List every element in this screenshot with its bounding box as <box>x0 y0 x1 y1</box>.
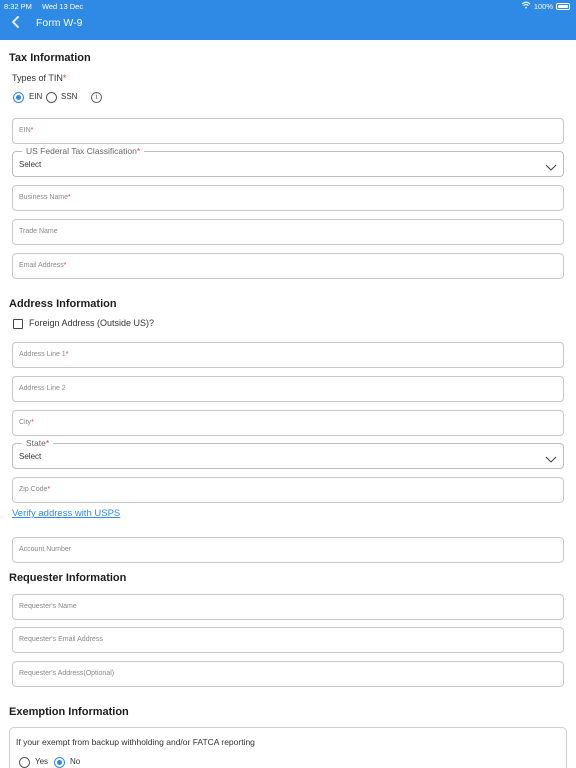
ein-placeholder: EIN <box>19 127 31 134</box>
exemption-yes-radio[interactable] <box>19 757 30 768</box>
foreign-address-checkbox[interactable] <box>13 319 23 329</box>
back-chevron-icon[interactable] <box>11 15 23 29</box>
state-value: Select <box>19 452 42 461</box>
battery-icon <box>556 2 570 10</box>
ein-radio[interactable] <box>13 92 24 103</box>
email-field[interactable]: Email Address* <box>12 253 564 279</box>
requester-email-field[interactable]: Requester's Email Address <box>12 627 564 653</box>
tax-section-title: Tax Information <box>9 52 91 64</box>
exemption-no-radio[interactable] <box>54 757 65 768</box>
account-number-field[interactable]: Account Number <box>12 537 564 563</box>
tax-classification-select[interactable]: US Federal Tax Classification* Select <box>12 146 564 177</box>
address-line1-placeholder: Address Line 1 <box>19 351 66 358</box>
trade-name-field[interactable]: Trade Name <box>12 219 564 245</box>
zip-code-placeholder: Zip Code <box>19 486 48 493</box>
address-section-title: Address Information <box>9 298 117 310</box>
email-placeholder: Email Address <box>19 262 64 269</box>
tax-classification-value: Select <box>19 160 42 169</box>
address-line1-field[interactable]: Address Line 1* <box>12 342 564 368</box>
requester-email-placeholder: Requester's Email Address <box>19 636 103 643</box>
info-icon[interactable]: i <box>91 92 102 103</box>
foreign-address-label: Foreign Address (Outside US)? <box>29 318 155 328</box>
status-time: 8:32 PM <box>4 2 32 11</box>
state-label: State <box>26 438 46 448</box>
exemption-no-label: No <box>70 757 81 766</box>
business-name-placeholder: Business Name <box>19 194 69 201</box>
business-name-field[interactable]: Business Name* <box>12 185 564 211</box>
requester-section-title: Requester Information <box>9 572 127 584</box>
ssn-radio[interactable] <box>46 92 57 103</box>
exemption-section-title: Exemption Information <box>9 706 129 718</box>
account-number-placeholder: Account Number <box>19 546 72 553</box>
exemption-yes-label: Yes <box>35 757 49 766</box>
status-bar-right: 100% <box>521 1 570 11</box>
wifi-icon <box>521 1 531 11</box>
city-placeholder: City <box>19 419 32 426</box>
trade-name-placeholder: Trade Name <box>19 228 58 235</box>
city-field[interactable]: City* <box>12 410 564 436</box>
ein-radio-label: EIN <box>29 92 43 101</box>
ssn-radio-label: SSN <box>61 92 78 101</box>
requester-address-field[interactable]: Requester's Address(Optional) <box>12 661 564 687</box>
ein-field[interactable]: EIN* <box>12 118 564 144</box>
state-select[interactable]: State* Select <box>12 438 564 469</box>
address-line2-field[interactable]: Address Line 2 <box>12 376 564 402</box>
requester-address-placeholder: Requester's Address(Optional) <box>19 670 115 677</box>
exemption-question: If your exempt from backup withholding a… <box>16 737 255 747</box>
status-bar-left: 8:32 PM Wed 13 Dec <box>4 2 83 11</box>
zip-code-field[interactable]: Zip Code* <box>12 477 564 503</box>
exemption-card: If your exempt from backup withholding a… <box>9 727 567 768</box>
tin-type-label: Types of TIN* <box>12 73 67 83</box>
page-title: Form W-9 <box>36 17 83 29</box>
battery-percent: 100% <box>533 1 553 11</box>
header-bar: 8:32 PM Wed 13 Dec 100% Form W-9 <box>0 0 576 40</box>
verify-address-link[interactable]: Verify address with USPS <box>12 508 120 519</box>
address-line2-placeholder: Address Line 2 <box>19 385 66 392</box>
tax-classification-label: US Federal Tax Classification <box>26 146 137 156</box>
requester-name-field[interactable]: Requester's Name <box>12 594 564 620</box>
chevron-down-icon <box>545 451 557 463</box>
chevron-down-icon <box>545 159 557 171</box>
requester-name-placeholder: Requester's Name <box>19 603 77 610</box>
status-date: Wed 13 Dec <box>41 2 84 11</box>
